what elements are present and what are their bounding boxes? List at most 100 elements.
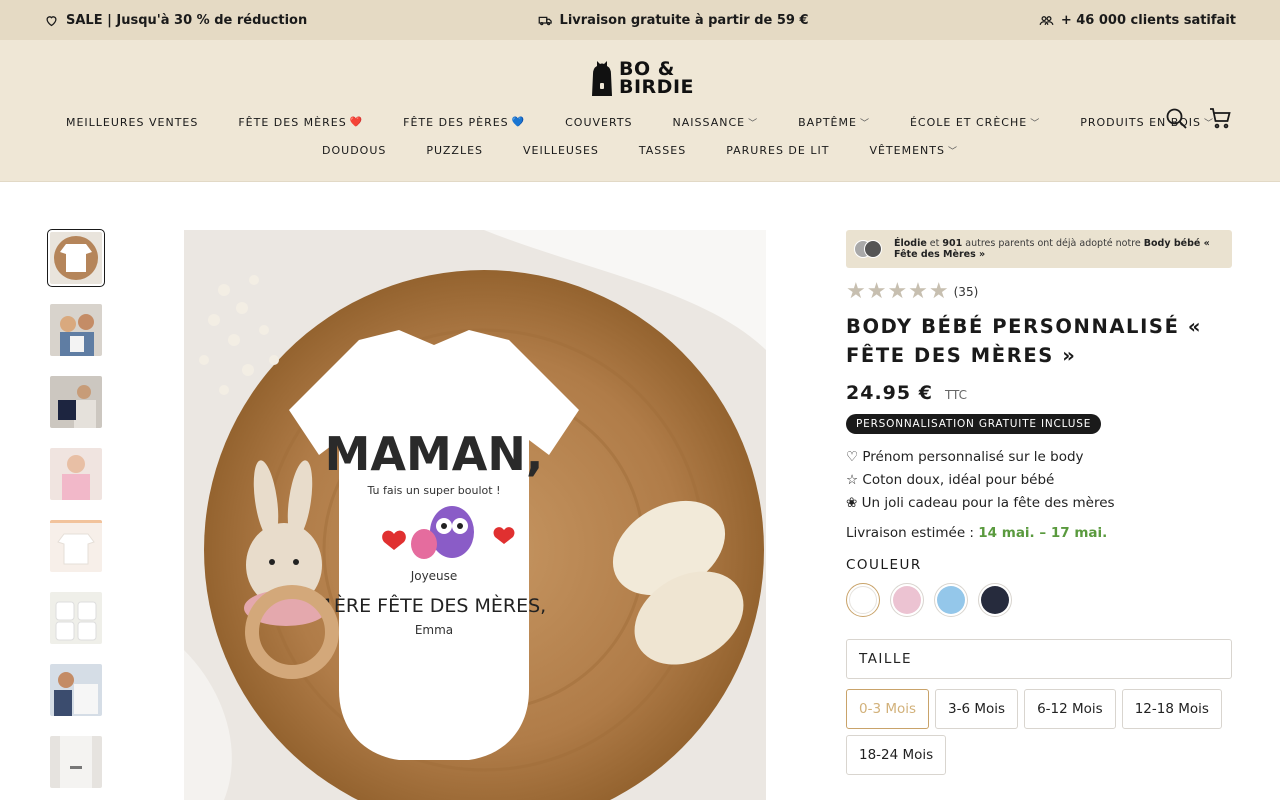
product-rating[interactable]: ★★★★★ (35) [846,281,1232,303]
product-thumbnails [47,229,105,808]
color-label: COULEUR [846,557,922,573]
delivery-dates: 14 mai. – 17 mai. [978,525,1108,541]
nav-item-ecole-et-creche[interactable]: ÉCOLE ET CRÈCHE ﹀ [910,116,1040,129]
thumbnail-7[interactable] [50,664,102,716]
chevron-down-icon: ﹀ [1204,119,1215,129]
nav-item-produits-en-bois[interactable]: PRODUITS EN BOIS ﹀ [1080,116,1214,129]
review-count: (35) [953,285,979,299]
brand-logo[interactable]: BO & BIRDIE [589,58,694,98]
announcement-shipping: Livraison gratuite à partir de 59 € [538,13,809,28]
announcement-bar: SALE | Jusqu'à 30 % de réduction Livrais… [0,0,1280,40]
bodysuit-name-text: Emma [415,623,453,637]
nav-item-tasses[interactable]: TASSES [639,144,686,157]
nav-item-couverts[interactable]: COUVERTS [565,116,632,129]
announcement-shipping-text: Livraison gratuite à partir de 59 € [559,12,809,28]
delivery-estimate: Livraison estimée : 14 mai. – 17 mai. [846,525,1232,541]
feature-item: ☆ Coton doux, idéal pour bébé [846,472,1055,488]
announcement-sale: SALE | Jusqu'à 30 % de réduction [44,13,307,28]
nav-item-parures-de-lit[interactable]: PARURES DE LIT [726,144,829,157]
feature-item: ❀ Un joli cadeau pour la fête des mères [846,495,1115,511]
nav-label: BAPTÊME [798,116,857,129]
chevron-down-icon: ﹀ [947,147,958,157]
truck-icon [538,16,552,25]
product-title: BODY BÉBÉ PERSONNALISÉ « FÊTE DES MÈRES … [846,315,1203,367]
personalization-badge: PERSONNALISATION GRATUITE INCLUSE [846,414,1102,434]
thumbnail-6[interactable] [50,592,102,644]
chevron-down-icon: ﹀ [748,119,759,129]
brand-wordmark: BO & BIRDIE [619,60,695,98]
size-option-0-3[interactable]: 0-3 Mois [846,689,930,729]
red-heart-icon: ❤️ [349,117,364,128]
size-options: 0-3 Mois 3-6 Mois 6-12 Mois 12-18 Mois 1… [846,689,1232,775]
nav-item-puzzles[interactable]: PUZZLES [426,144,483,157]
thumbnail-2[interactable] [50,304,102,356]
social-proof-name: Élodie [894,238,927,249]
nav-item-veilleuses[interactable]: VEILLEUSES [523,144,599,157]
nav-label: ÉCOLE ET CRÈCHE [909,116,1028,129]
nav-label: VEILLEUSES [523,144,599,157]
tax-label: TTC [944,388,968,402]
main-nav-row-2: DOUDOUS PUZZLES VEILLEUSES TASSES PARURE… [0,144,1280,157]
nav-item-fete-des-peres[interactable]: FÊTE DES PÈRES 💙 [403,116,525,129]
size-option-6-12[interactable]: 6-12 Mois [1024,689,1116,729]
announcement-sale-text: SALE | Jusqu'à 30 % de réduction [66,12,308,28]
product-info: Élodie et 901 autres parents ont déjà ad… [846,230,1232,775]
color-swatches [846,583,1232,617]
nav-label: VÊTEMENTS [869,144,945,157]
delivery-label: Livraison estimée : [846,525,979,541]
nav-label: FÊTE DES MÈRES [238,116,347,129]
social-proof-banner: Élodie et 901 autres parents ont déjà ad… [846,230,1232,268]
thumbnail-4[interactable] [50,448,102,500]
nav-label: PUZZLES [426,144,483,157]
nav-label: PARURES DE LIT [726,144,830,157]
nav-label: COUVERTS [565,116,633,129]
bodysuit-line-text: 1ÈRE FÊTE DES MÈRES, [322,594,546,617]
bodysuit-headline-text: MAMAN, [325,427,544,481]
nav-label: NAISSANCE [672,116,746,129]
chevron-down-icon: ﹀ [1030,119,1041,129]
size-option-18-24[interactable]: 18-24 Mois [846,735,947,775]
nav-label: TASSES [638,144,687,157]
social-proof-text: Élodie et 901 autres parents ont déjà ad… [894,238,1222,260]
nav-label: DOUDOUS [322,144,387,157]
size-label: TAILLE [846,639,1232,679]
announcement-customers-text: + 46 000 clients satifait [1060,12,1236,28]
social-proof-copy: autres parents ont déjà adopté notre [962,238,1144,249]
color-swatch-pink[interactable] [890,583,924,617]
size-option-12-18[interactable]: 12-18 Mois [1121,689,1222,729]
nav-label: MEILLEURES VENTES [65,116,199,129]
price-row: 24.95 € TTC [846,382,1232,404]
bodysuit-joyeuse-text: Joyeuse [410,569,458,583]
nav-item-naissance[interactable]: NAISSANCE ﹀ [673,116,759,129]
thumbnail-8[interactable] [50,736,102,788]
social-proof-count: 901 [942,238,963,249]
chevron-down-icon: ﹀ [859,119,870,129]
product-main-image[interactable]: MAMAN, Tu fais un super boulot ! Joyeuse… [184,230,766,800]
nav-label: PRODUITS EN BOIS [1080,116,1202,129]
bodysuit-sub-text: Tu fais un super boulot ! [366,484,500,497]
avatar-group [854,239,886,259]
color-swatch-navy[interactable] [978,583,1012,617]
site-header: BO & BIRDIE MEILLEURES VENTES FÊTE DES M… [0,40,1280,182]
blue-heart-icon: 💙 [511,117,526,128]
thumbnail-5[interactable] [50,520,102,572]
people-icon [1039,15,1054,25]
feature-list: ♡ Prénom personnalisé sur le body ☆ Coto… [846,446,1232,515]
product-price: 24.95 € [846,382,933,404]
thumbnail-1[interactable] [47,229,105,287]
announcement-customers: + 46 000 clients satifait [1039,13,1236,28]
avatar [864,240,882,258]
nav-item-fete-des-meres[interactable]: FÊTE DES MÈRES ❤️ [238,116,363,129]
color-swatch-white[interactable] [846,583,880,617]
main-nav-row-1: MEILLEURES VENTES FÊTE DES MÈRES ❤️ FÊTE … [0,116,1280,129]
feature-item: ♡ Prénom personnalisé sur le body [846,449,1084,465]
thumbnail-3[interactable] [50,376,102,428]
brand-line-2: BIRDIE [619,76,695,98]
nav-item-meilleures-ventes[interactable]: MEILLEURES VENTES [66,116,198,129]
heart-icon [46,15,57,26]
nav-item-bapteme[interactable]: BAPTÊME ﹀ [798,116,870,129]
size-option-3-6[interactable]: 3-6 Mois [935,689,1019,729]
nav-item-doudous[interactable]: DOUDOUS [322,144,386,157]
nav-item-vetements[interactable]: VÊTEMENTS ﹀ [869,144,958,157]
color-swatch-blue[interactable] [934,583,968,617]
